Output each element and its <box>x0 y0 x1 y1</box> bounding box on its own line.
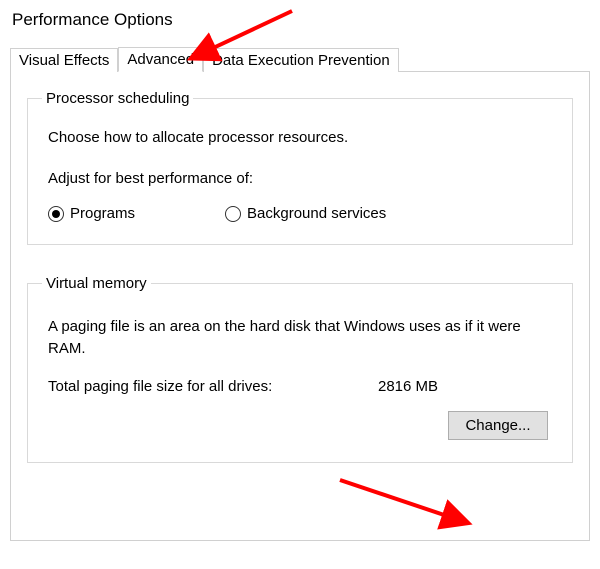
radio-label: Programs <box>70 205 135 222</box>
tab-visual-effects[interactable]: Visual Effects <box>10 48 118 72</box>
vm-total-row: Total paging file size for all drives: 2… <box>48 378 552 395</box>
radio-label: Background services <box>247 205 386 222</box>
window-title: Performance Options <box>0 0 600 36</box>
radio-icon <box>225 206 241 222</box>
tab-dep[interactable]: Data Execution Prevention <box>203 48 399 72</box>
group-legend-vm: Virtual memory <box>42 275 151 292</box>
processor-radio-group: Programs Background services <box>48 205 558 222</box>
radio-programs[interactable]: Programs <box>48 205 135 222</box>
vm-button-row: Change... <box>42 411 548 440</box>
group-legend-processor: Processor scheduling <box>42 90 193 107</box>
processor-desc: Choose how to allocate processor resourc… <box>48 129 558 146</box>
tab-panel-advanced: Processor scheduling Choose how to alloc… <box>10 71 590 541</box>
tab-strip: Visual Effects Advanced Data Execution P… <box>10 46 590 71</box>
vm-total-value: 2816 MB <box>378 378 438 395</box>
radio-background-services[interactable]: Background services <box>225 205 386 222</box>
vm-desc: A paging file is an area on the hard dis… <box>48 316 552 360</box>
tab-container: Visual Effects Advanced Data Execution P… <box>10 46 590 541</box>
group-processor-scheduling: Processor scheduling Choose how to alloc… <box>27 90 573 245</box>
radio-icon <box>48 206 64 222</box>
tab-advanced[interactable]: Advanced <box>118 47 203 72</box>
change-button[interactable]: Change... <box>448 411 548 440</box>
processor-subhead: Adjust for best performance of: <box>48 170 558 187</box>
vm-total-label: Total paging file size for all drives: <box>48 378 378 395</box>
group-virtual-memory: Virtual memory A paging file is an area … <box>27 275 573 463</box>
